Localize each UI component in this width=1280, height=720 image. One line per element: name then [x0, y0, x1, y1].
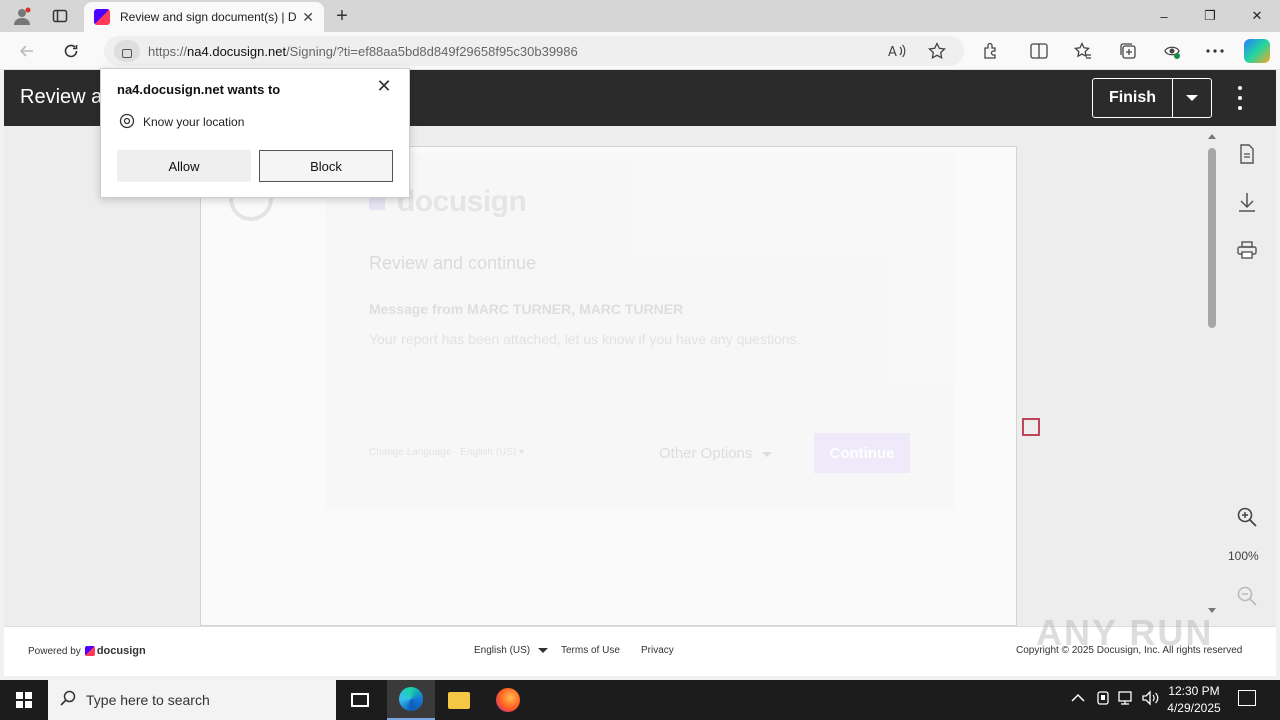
notifications-icon[interactable] — [1238, 690, 1256, 706]
favorites-icon[interactable] — [1070, 38, 1096, 64]
device-icon[interactable] — [1096, 690, 1110, 709]
powered-by: Powered by docusign — [28, 645, 146, 657]
other-options-button[interactable]: Other Options — [659, 445, 772, 462]
document-view-icon[interactable] — [1234, 141, 1260, 167]
task-view-button[interactable] — [336, 680, 384, 720]
file-explorer-taskbar-button[interactable] — [435, 680, 483, 720]
split-screen-icon[interactable] — [1026, 38, 1052, 64]
dialog-heading: Review and continue — [369, 253, 537, 273]
url-text: https://na4.docusign.net/Signing/?ti=ef8… — [148, 43, 578, 59]
allow-button[interactable]: Allow — [117, 150, 251, 182]
scrollbar-thumb[interactable] — [1208, 148, 1216, 328]
powered-by-label: Powered by — [28, 645, 81, 657]
message-sender: Message from MARC TURNER, MARC TURNER — [369, 301, 684, 317]
close-window-button[interactable]: ✕ — [1234, 0, 1280, 32]
language-selector[interactable]: English (US) — [474, 645, 548, 656]
taskbar-search[interactable]: Type here to search — [48, 680, 336, 720]
scroll-up-arrow-icon[interactable] — [1208, 134, 1216, 139]
docusign-wordmark: docusign — [397, 185, 527, 218]
read-aloud-icon[interactable]: A — [884, 38, 910, 64]
review-continue-dialog: docusign Review and continue Message fro… — [325, 153, 1040, 509]
task-view-icon — [351, 693, 369, 707]
lock-icon[interactable] — [114, 40, 140, 62]
print-icon[interactable] — [1234, 237, 1260, 263]
zoom-in-icon[interactable] — [1234, 504, 1260, 530]
clock-time: 12:30 PM — [1168, 684, 1220, 698]
copilot-icon[interactable] — [1244, 39, 1270, 63]
new-tab-button[interactable]: + — [330, 4, 354, 28]
tray-chevron-up-icon[interactable] — [1071, 690, 1085, 706]
browser-toolbar: https://na4.docusign.net/Signing/?ti=ef8… — [0, 32, 1280, 70]
collections-icon[interactable] — [1115, 38, 1141, 64]
zoom-level: 100% — [1228, 549, 1259, 563]
search-icon — [60, 690, 76, 711]
terms-of-use-link[interactable]: Terms of Use — [561, 645, 620, 656]
location-permission-popup: na4.docusign.net wants to ✕ Know your lo… — [100, 68, 410, 198]
docusign-brand: docusign — [96, 645, 146, 657]
focus-indicator — [1022, 418, 1040, 436]
firefox-icon — [496, 688, 520, 712]
windows-taskbar: Type here to search 12:30 PM 4/29/2025 — [0, 680, 1280, 720]
zoom-out-icon[interactable] — [1234, 583, 1260, 609]
volume-icon[interactable] — [1142, 690, 1160, 709]
browser-essentials-icon[interactable] — [1159, 38, 1185, 64]
tab-docusign[interactable]: Review and sign document(s) | D ✕ — [84, 2, 324, 32]
folder-icon — [448, 691, 470, 709]
refresh-icon[interactable] — [58, 38, 84, 64]
finish-button-group: Finish — [1092, 78, 1212, 118]
minimize-button[interactable]: – — [1141, 0, 1187, 32]
finish-button[interactable]: Finish — [1093, 79, 1173, 117]
edge-taskbar-button[interactable] — [387, 680, 435, 720]
close-icon[interactable]: ✕ — [373, 75, 395, 97]
continue-button[interactable]: Continue — [814, 433, 910, 473]
firefox-taskbar-button[interactable] — [484, 680, 532, 720]
more-options-icon[interactable] — [1232, 86, 1248, 110]
block-button[interactable]: Block — [259, 150, 393, 182]
svg-text:A: A — [888, 45, 897, 59]
clock-date: 4/29/2025 — [1167, 701, 1221, 715]
tab-title: Review and sign document(s) | D — [120, 10, 297, 24]
tab-actions-icon[interactable] — [48, 4, 72, 28]
permission-description: Know your location — [143, 115, 245, 129]
chevron-down-icon — [1186, 95, 1198, 101]
document-page: docusign Review and continue Message fro… — [200, 146, 1040, 626]
system-clock[interactable]: 12:30 PM 4/29/2025 — [1160, 683, 1228, 717]
windows-logo-icon — [16, 692, 32, 708]
message-body: Your report has been attached, let us kn… — [369, 331, 801, 347]
page-title: Review a — [20, 86, 103, 108]
document-area: docusign Review and continue Message fro… — [4, 126, 1276, 626]
back-icon[interactable] — [14, 38, 40, 64]
profile-icon[interactable] — [10, 4, 34, 28]
restore-button[interactable]: ❐ — [1187, 0, 1233, 32]
docusign-favicon-icon — [94, 9, 110, 25]
change-language-link[interactable]: Change Language - English (US) ▾ — [369, 447, 524, 458]
search-placeholder: Type here to search — [86, 692, 210, 708]
location-pin-icon — [119, 113, 135, 129]
privacy-link[interactable]: Privacy — [641, 645, 674, 656]
extensions-icon[interactable] — [978, 38, 1004, 64]
permission-title: na4.docusign.net wants to — [117, 82, 281, 97]
more-menu-icon[interactable] — [1202, 38, 1228, 64]
download-icon[interactable] — [1234, 189, 1260, 215]
finish-dropdown-button[interactable] — [1173, 79, 1211, 117]
address-bar[interactable]: https://na4.docusign.net/Signing/?ti=ef8… — [104, 36, 964, 66]
edge-icon — [399, 687, 423, 711]
tab-close-icon[interactable]: ✕ — [302, 9, 314, 26]
network-icon[interactable] — [1118, 690, 1136, 709]
docusign-mark-icon — [84, 646, 95, 656]
anyrun-watermark: ANY RUN — [1036, 612, 1214, 653]
start-button[interactable] — [0, 680, 48, 720]
tab-strip: Review and sign document(s) | D ✕ + – ❐ … — [0, 0, 1280, 32]
favorite-star-icon[interactable] — [924, 38, 950, 64]
